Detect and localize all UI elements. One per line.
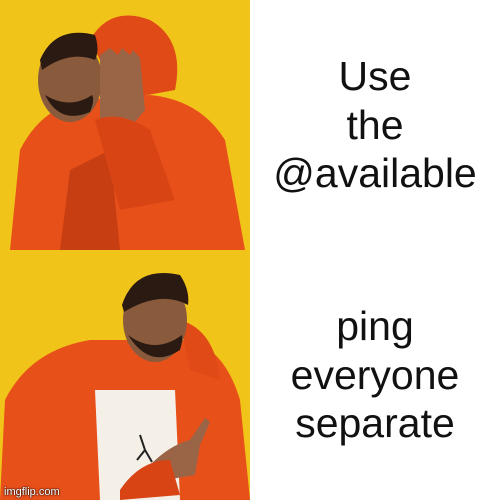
caption-approve-text: ping everyone separate [290,303,460,447]
caption-reject: Use the @available [250,0,500,250]
reject-photo [0,0,250,250]
meme: Use the @available ping everyone separat… [0,0,500,500]
drake-approving-illustration [0,250,250,500]
panel-reject: Use the @available [0,0,500,250]
watermark: imgflip.com [4,486,60,498]
panel-approve: ping everyone separate [0,250,500,500]
drake-rejecting-illustration [0,0,250,250]
approve-photo [0,250,250,500]
caption-reject-text: Use the @available [273,53,477,197]
caption-approve: ping everyone separate [250,250,500,500]
